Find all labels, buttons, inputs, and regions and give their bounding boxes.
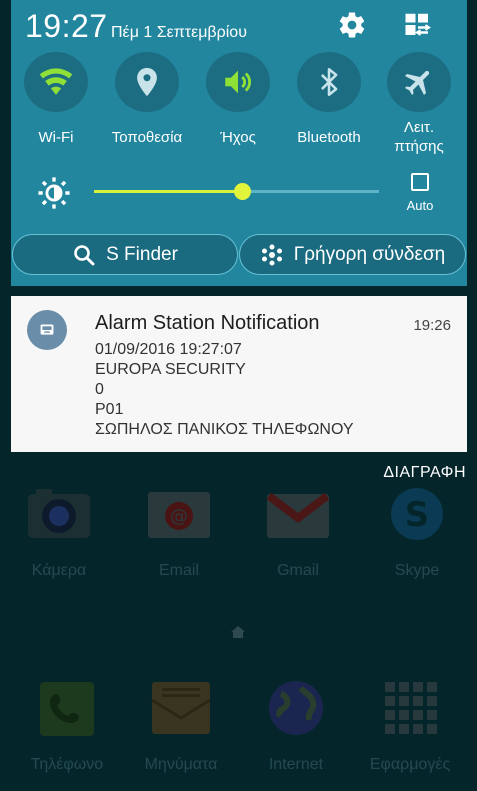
gear-icon[interactable] [337,10,367,40]
phone-icon [34,680,100,736]
app-label: Εφαρμογές [369,756,451,773]
location-toggle[interactable] [115,52,179,112]
toggle-label-wifi: Wi-Fi [38,129,74,146]
svg-text:S: S [405,495,430,535]
app-email: @ Email [124,486,234,580]
app-label: Μηνύματα [144,756,218,773]
toggle-label-airplane-line1: Λειτ. [403,119,435,136]
quick-connect-label: Γρήγορη σύνδεση [293,243,446,265]
app-label: Κάμερα [31,562,87,579]
s-finder-button[interactable]: S Finder [12,234,238,275]
status-date: Πέμ 1 Σεπτεμβρίου [111,24,247,41]
bluetooth-icon [321,67,338,97]
auto-brightness-checkbox[interactable] [411,173,429,191]
sound-toggle[interactable] [206,52,270,112]
notification-line: ΣΩΠΗΛΟΣ ΠΑΝΙΚΟΣ ΤΗΛΕΦΩΝΟΥ [95,421,354,438]
home-page-indicator-icon [231,625,245,638]
bluetooth-toggle[interactable] [297,52,361,112]
notification-line: P01 [95,401,124,418]
app-internet: Internet [241,680,351,774]
gmail-icon [265,486,331,542]
skype-icon: S [384,486,450,542]
search-icon [74,244,95,265]
grid-edit-icon[interactable] [403,10,433,40]
brightness-slider[interactable] [94,183,379,200]
quick-connect-icon [261,244,282,265]
brightness-slider-thumb[interactable] [234,183,252,200]
toggle-label-airplane: Λειτ. πτήσης [371,118,467,156]
speaker-icon [225,70,251,94]
camera-icon [26,486,92,542]
app-apps: Εφαρμογές [355,680,465,774]
app-gmail: Gmail [243,486,353,580]
auto-brightness-label: Auto [406,198,434,213]
status-time: 19:27 [25,8,108,44]
email-icon: @ [146,486,212,542]
toggle-label-sound: Ήχος [220,129,256,146]
app-label: Skype [394,562,440,579]
app-messages: Μηνύματα [126,680,236,774]
app-label: Τηλέφωνο [30,756,104,773]
app-label: Internet [268,756,324,773]
notification-time: 19:26 [413,317,451,334]
notification-body: 01/09/2016 19:27:07 EUROPA SECURITY 0 P0… [95,340,354,440]
globe-icon [263,680,329,736]
app-phone: Τηλέφωνο [12,680,122,774]
toggle-label-location: Τοποθεσία [111,129,183,146]
app-skype: S Skype [362,486,472,580]
notification-line: 01/09/2016 19:27:07 [95,341,242,358]
wifi-toggle[interactable] [24,52,88,112]
messages-icon [148,680,214,736]
app-label: Email [158,562,199,579]
notification-title: Alarm Station Notification [95,312,320,334]
svg-text:@: @ [170,506,188,527]
airplane-icon [404,70,430,96]
s-finder-label: S Finder [106,243,178,265]
brightness-slider-fill [94,190,243,193]
airplane-toggle[interactable] [387,52,451,112]
apps-grid-icon [377,680,443,736]
app-label: Gmail [277,562,319,579]
brightness-icon [37,176,71,210]
wifi-icon [39,68,73,95]
notification-card[interactable]: Alarm Station Notification 19:26 01/09/2… [11,296,467,452]
home-screen-background: Κάμερα @ Email Gmail S Skype Τηλέφωνο Μη… [0,480,477,791]
quick-connect-button[interactable]: Γρήγορη σύνδεση [239,234,466,275]
location-pin-icon [137,67,157,97]
app-camera: Κάμερα [4,486,114,580]
toggle-label-airplane-line2: πτήσης [394,138,444,155]
notification-line: EUROPA SECURITY [95,361,246,378]
quick-settings-panel: 19:27 Πέμ 1 Σεπτεμβρίου Wi-Fi Τοποθεσία … [11,0,467,286]
alarm-station-app-icon [27,310,67,350]
notification-line: 0 [95,381,104,398]
toggle-label-bluetooth: Bluetooth [297,129,361,146]
